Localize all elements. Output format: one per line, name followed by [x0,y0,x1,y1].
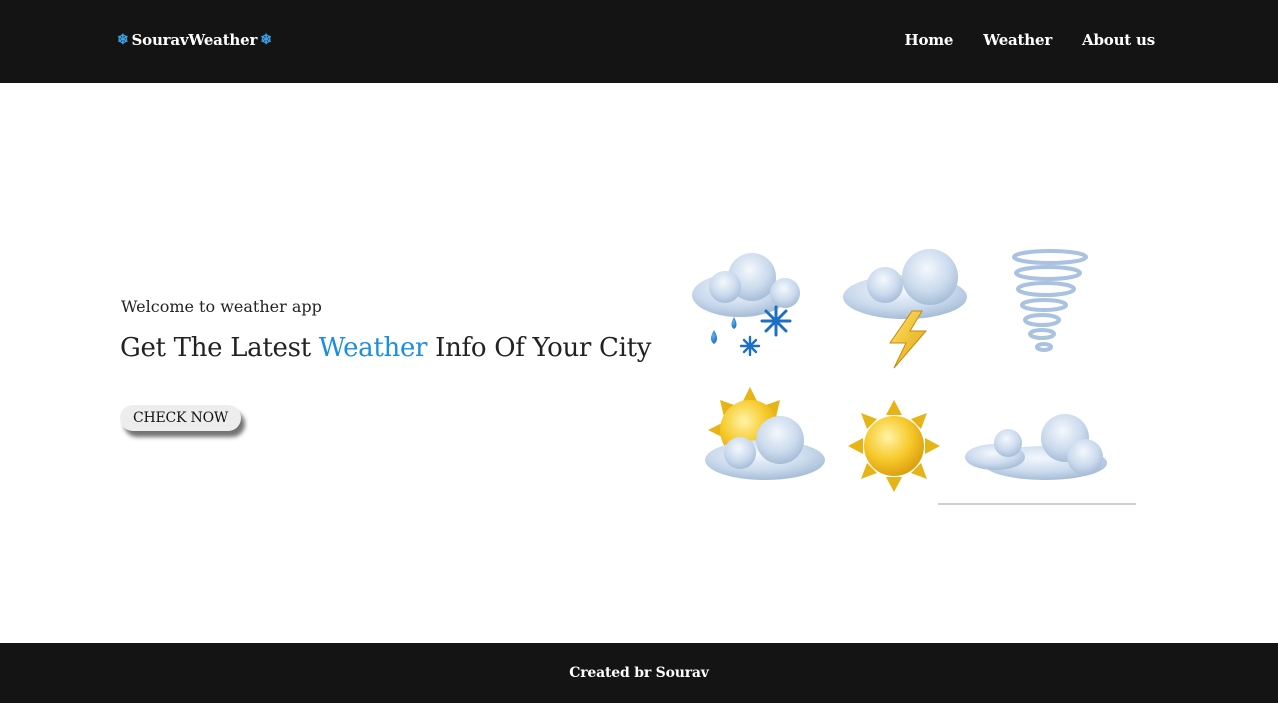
headline-accent: Weather [318,333,428,363]
brand-logo[interactable]: ❄ SouravWeather ❄ [117,31,272,49]
snowflake-icon: ❄ [260,32,272,48]
nav-home-link[interactable]: Home [904,31,953,49]
main-nav: Home Weather About us [904,31,1155,49]
thunderstorm-cloud-icon [843,249,967,369]
snow-rain-cloud-icon [692,253,800,357]
hero-headline: Get The Latest Weather Info Of Your City [120,333,651,363]
footer: Created br Sourav [0,643,1278,703]
clouds-icon [965,414,1107,480]
nav-about-link[interactable]: About us [1082,31,1155,49]
weather-icons-illustration [692,249,1107,492]
headline-text-start: Get The Latest [120,333,319,363]
check-now-button[interactable]: CHECK NOW [120,405,242,431]
welcome-text: Welcome to weather app [121,297,322,316]
illustration-divider [938,503,1136,505]
partly-sunny-icon [705,387,825,480]
headline-text-end: Info Of Your City [427,333,652,363]
tornado-icon [1012,249,1088,352]
brand-name: SouravWeather [131,31,258,49]
footer-credit: Created br Sourav [569,665,709,681]
snowflake-icon: ❄ [117,32,129,48]
nav-weather-link[interactable]: Weather [983,31,1052,49]
sun-icon [848,400,940,492]
top-navbar: ❄ SouravWeather ❄ Home Weather About us [0,0,1278,83]
